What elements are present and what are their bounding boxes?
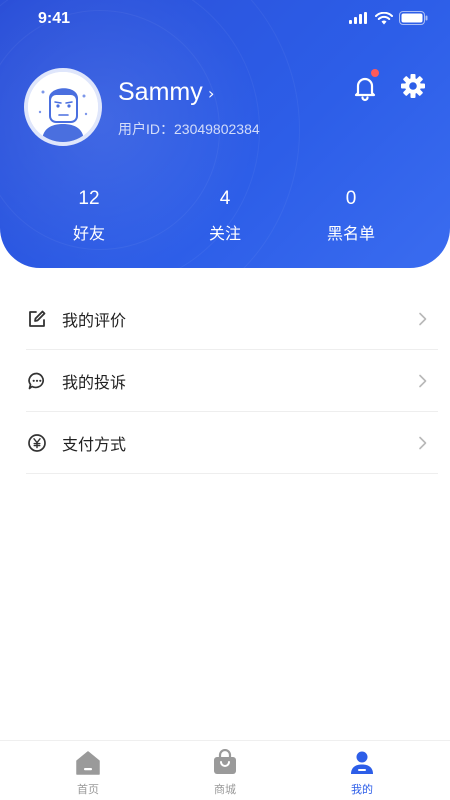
tab-label: 首页: [77, 783, 99, 796]
tab-label: 商城: [214, 783, 236, 796]
shop-bag-icon: [214, 749, 236, 774]
profile-chevron-icon[interactable]: ›: [208, 84, 214, 103]
stat-label: 黑名单: [326, 224, 375, 243]
user-name[interactable]: Sammy: [118, 78, 203, 107]
signal-icon: [349, 12, 367, 24]
status-icons: [349, 11, 428, 25]
stat-value: 12: [78, 188, 100, 209]
notification-badge: [371, 69, 379, 77]
menu-item-label: 我的评价: [62, 310, 127, 330]
chevron-right-icon: [419, 374, 427, 387]
stat-following[interactable]: 4 关注: [175, 188, 275, 244]
settings-gear-icon[interactable]: [399, 72, 427, 100]
stat-label: 好友: [72, 224, 105, 243]
tab-mine[interactable]: 我的: [322, 749, 402, 797]
menu-item-label: 我的投诉: [62, 372, 127, 392]
stat-value: 0: [345, 188, 357, 209]
status-time: 9:41: [38, 10, 71, 27]
stat-label: 关注: [208, 224, 241, 243]
tab-shop[interactable]: 商城: [185, 749, 265, 797]
tab-home[interactable]: 首页: [48, 749, 128, 797]
stat-blacklist[interactable]: 0 黑名单: [301, 188, 401, 244]
user-id: 用户ID：23049802384: [118, 121, 260, 137]
profile-header: 9:41 Sammy › 用户ID：23049802384 12 好友 4 关注…: [0, 0, 450, 268]
tab-label: 我的: [351, 783, 373, 796]
stat-value: 4: [219, 188, 231, 209]
bottom-tab-bar: 首页 商城 我的: [0, 740, 450, 800]
stat-friends[interactable]: 12 好友: [39, 188, 139, 244]
battery-icon: [399, 11, 428, 25]
avatar[interactable]: [24, 68, 102, 146]
menu-item-my-complaints[interactable]: 我的投诉: [26, 350, 438, 412]
yuan-icon: [26, 432, 48, 454]
chevron-right-icon: [419, 312, 427, 325]
user-icon: [351, 751, 373, 774]
menu-item-my-reviews[interactable]: 我的评价: [26, 288, 438, 350]
home-icon: [76, 751, 100, 775]
edit-icon: [26, 308, 48, 330]
menu-item-payment-methods[interactable]: 支付方式: [26, 412, 438, 474]
wifi-icon: [375, 11, 393, 24]
status-bar: 9:41: [0, 0, 450, 40]
chevron-right-icon: [419, 436, 427, 449]
menu-item-label: 支付方式: [62, 434, 127, 454]
avatar-illustration: [28, 72, 98, 142]
chat-icon: [26, 370, 48, 392]
